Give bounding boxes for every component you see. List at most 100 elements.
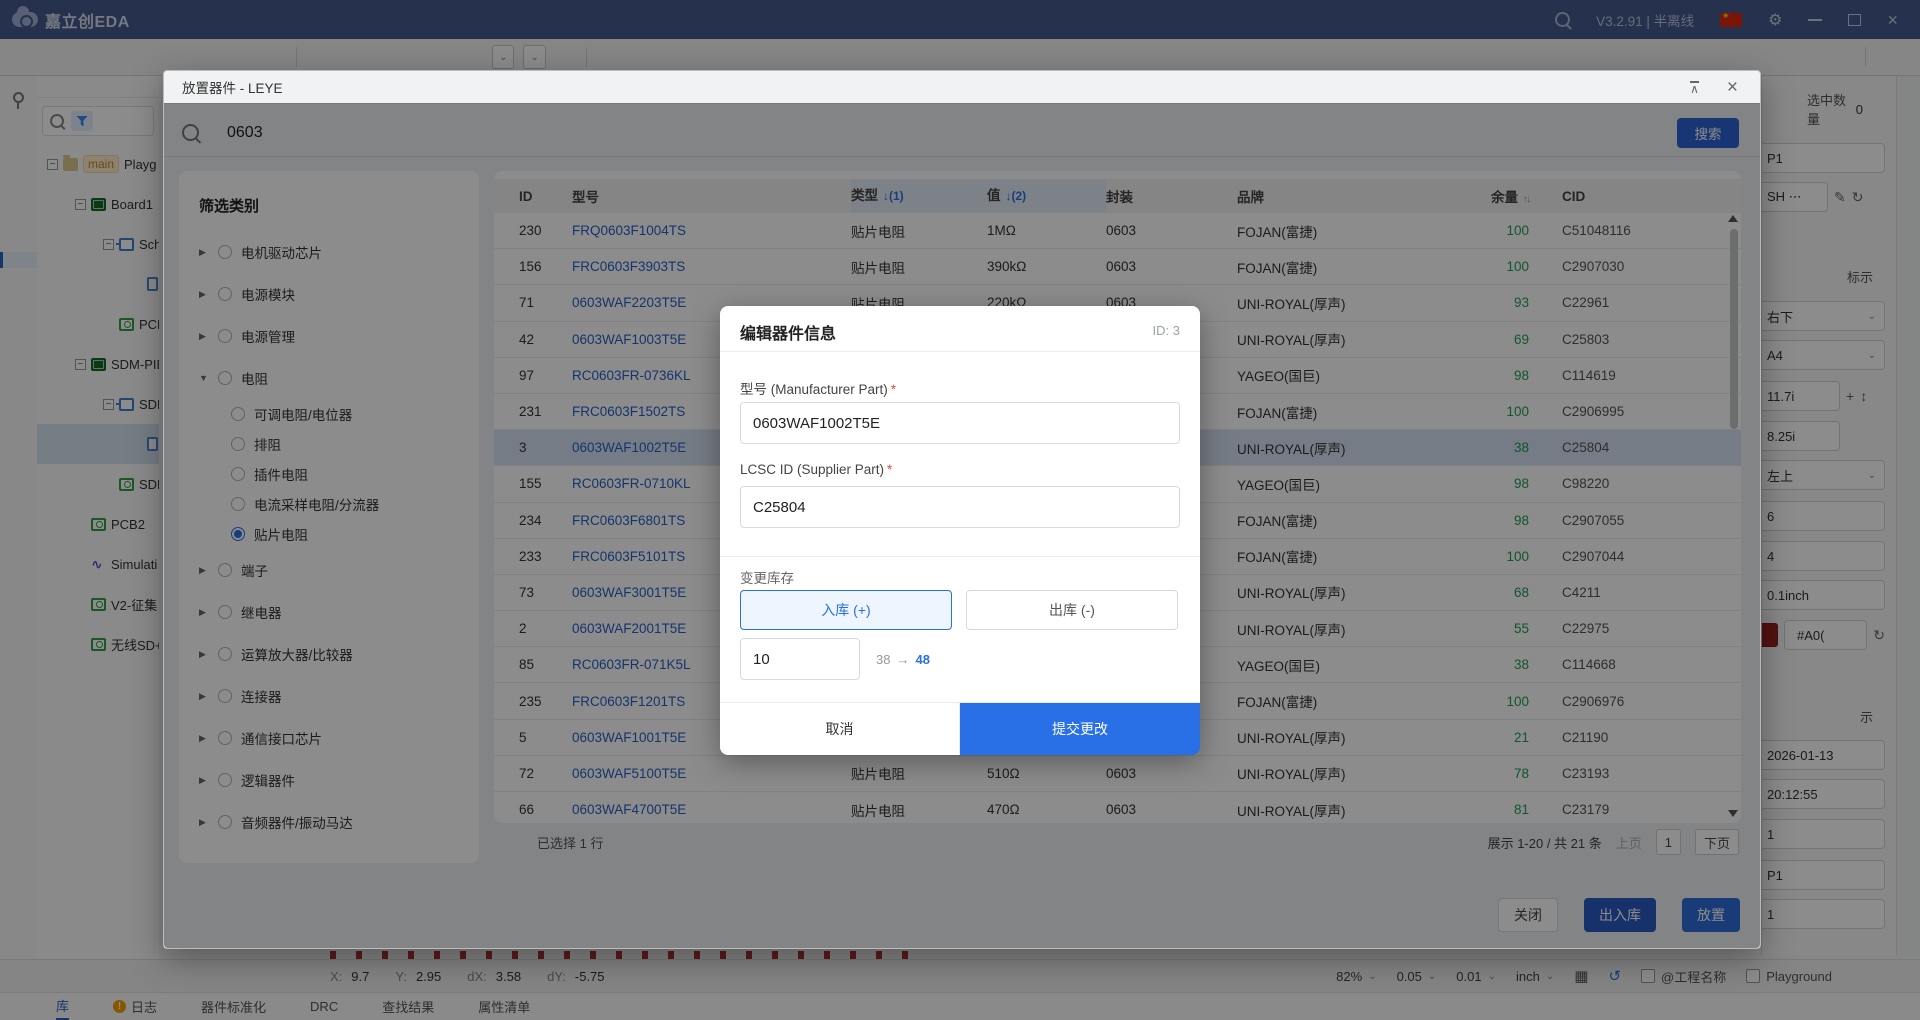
collapse-icon[interactable]: ∧ <box>1690 81 1699 94</box>
radio-icon[interactable] <box>218 329 232 343</box>
expand-arrow-icon[interactable]: ▶ <box>199 691 209 702</box>
stock-change-label: 变更库存 <box>740 567 794 587</box>
expand-arrow-icon[interactable]: ▶ <box>199 565 209 576</box>
filter-category-label: 端子 <box>241 560 268 580</box>
col-type[interactable]: 类型↓(1) <box>851 179 987 213</box>
filter-category-row[interactable]: ▼ 电阻 <box>179 357 479 399</box>
submit-button[interactable]: 提交更改 <box>960 703 1200 755</box>
mpn-input[interactable] <box>740 402 1180 444</box>
filter-category-row[interactable]: ▶ 通信接口芯片 <box>179 717 479 759</box>
col-cid[interactable]: CID <box>1562 189 1741 204</box>
filter-category-row[interactable]: ▶ 运算放大器/比较器 <box>179 633 479 675</box>
filter-category-row[interactable]: 可调电阻/电位器 <box>179 399 479 429</box>
filter-category-row[interactable]: ▶ 逻辑器件 <box>179 759 479 801</box>
cell-id: 156 <box>519 259 572 274</box>
cell-mpn-link[interactable]: 0603WAF4700T5E <box>572 802 851 817</box>
stock-in-button[interactable]: 入库 (+) <box>740 590 952 630</box>
filter-category-row[interactable]: ▶ 电源模块 <box>179 273 479 315</box>
radio-icon[interactable] <box>218 773 232 787</box>
table-row[interactable]: 72 0603WAF5100T5E 贴片电阻 510Ω 0603 UNI-ROY… <box>494 756 1741 792</box>
cell-stock: 100 <box>1474 223 1529 238</box>
radio-icon[interactable] <box>218 731 232 745</box>
col-id[interactable]: ID <box>519 189 572 204</box>
col-mpn[interactable]: 型号 <box>572 186 851 206</box>
expand-arrow-icon[interactable]: ▶ <box>199 817 209 828</box>
filter-category-row[interactable]: 贴片电阻 <box>179 519 479 549</box>
radio-icon[interactable] <box>231 437 245 451</box>
filter-category-row[interactable]: ▶ 电源管理 <box>179 315 479 357</box>
scroll-down-icon[interactable] <box>1728 810 1738 817</box>
next-page-button[interactable]: 下页 <box>1695 829 1739 855</box>
filter-category-label: 电阻 <box>241 368 268 388</box>
expand-arrow-icon[interactable]: ▶ <box>199 775 209 786</box>
stock-inout-button[interactable]: 出入库 <box>1584 898 1656 932</box>
search-button[interactable]: 搜索 <box>1677 118 1739 148</box>
scrollbar-thumb[interactable] <box>1730 229 1738 429</box>
filter-category-row[interactable]: 插件电阻 <box>179 459 479 489</box>
radio-icon[interactable] <box>218 563 232 577</box>
prev-page-button[interactable]: 上页 <box>1616 833 1642 852</box>
cell-mpn-link[interactable]: FRC0603F3903TS <box>572 259 851 274</box>
cell-cid: C21190 <box>1562 730 1741 745</box>
col-brand[interactable]: 品牌 <box>1237 186 1474 206</box>
radio-icon[interactable] <box>218 605 232 619</box>
expand-arrow-icon[interactable]: ▶ <box>199 607 209 618</box>
table-row[interactable]: 66 0603WAF4700T5E 贴片电阻 470Ω 0603 UNI-ROY… <box>494 792 1741 823</box>
cell-id: 2 <box>519 621 572 636</box>
radio-icon[interactable] <box>218 647 232 661</box>
cell-cid: C2907030 <box>1562 259 1741 274</box>
cell-mpn-link[interactable]: 0603WAF5100T5E <box>572 766 851 781</box>
radio-icon[interactable] <box>218 245 232 259</box>
close-button[interactable]: 关闭 <box>1498 898 1558 932</box>
filter-category-row[interactable]: ▶ 音频器件/振动马达 <box>179 801 479 843</box>
cell-id: 97 <box>519 368 572 383</box>
col-value[interactable]: 值↓(2) <box>987 179 1106 213</box>
lcsc-input[interactable] <box>740 486 1180 528</box>
cell-mpn-link[interactable]: FRQ0603F1004TS <box>572 223 851 238</box>
close-icon[interactable]: × <box>1727 78 1738 97</box>
stock-out-button[interactable]: 出库 (-) <box>966 590 1178 630</box>
cell-cid: C23179 <box>1562 802 1741 817</box>
radio-icon[interactable] <box>218 815 232 829</box>
part-search-input[interactable] <box>225 123 1229 143</box>
radio-icon[interactable] <box>218 371 232 385</box>
table-scrollbar[interactable] <box>1728 215 1738 817</box>
col-package[interactable]: 封装 <box>1106 186 1237 206</box>
filter-category-row[interactable]: ▶ 连接器 <box>179 675 479 717</box>
cancel-button[interactable]: 取消 <box>720 703 960 755</box>
filter-category-list: ▶ 电机驱动芯片 ▶ 电源模块 ▶ 电源管理 ▼ 电阻 <box>179 231 479 843</box>
filter-category-row[interactable]: ▶ 端子 <box>179 549 479 591</box>
filter-category-row[interactable]: ▶ 电机驱动芯片 <box>179 231 479 273</box>
table-row[interactable]: 230 FRQ0603F1004TS 贴片电阻 1MΩ 0603 FOJAN(富… <box>494 213 1741 249</box>
radio-icon[interactable] <box>231 497 245 511</box>
cell-package: 0603 <box>1106 223 1237 238</box>
radio-icon[interactable] <box>231 527 245 541</box>
radio-icon[interactable] <box>231 407 245 421</box>
radio-icon[interactable] <box>218 689 232 703</box>
expand-arrow-icon[interactable]: ▶ <box>199 247 209 258</box>
dialog-titlebar[interactable]: 放置器件 - LEYE ∧ × <box>164 71 1760 104</box>
cell-stock: 98 <box>1474 513 1529 528</box>
scroll-up-icon[interactable] <box>1728 215 1738 222</box>
quantity-input[interactable] <box>740 638 860 680</box>
cell-stock: 100 <box>1474 404 1529 419</box>
place-button[interactable]: 放置 <box>1682 898 1740 932</box>
filter-panel-title: 筛选类别 <box>199 195 259 216</box>
current-page-button[interactable]: 1 <box>1656 829 1681 855</box>
expand-arrow-icon[interactable]: ▶ <box>199 733 209 744</box>
expand-arrow-icon[interactable]: ▶ <box>199 649 209 660</box>
radio-icon[interactable] <box>218 287 232 301</box>
table-row[interactable]: 156 FRC0603F3903TS 贴片电阻 390kΩ 0603 FOJAN… <box>494 249 1741 285</box>
expand-arrow-icon[interactable]: ▶ <box>199 331 209 342</box>
cell-brand: UNI-ROYAL(厚声) <box>1237 619 1474 639</box>
cell-stock: 100 <box>1474 549 1529 564</box>
filter-category-row[interactable]: 排阻 <box>179 429 479 459</box>
col-stock[interactable]: 余量↑↓ <box>1474 186 1529 206</box>
mpn-label: 型号 (Manufacturer Part)* <box>740 378 896 398</box>
pagination-range: 展示 1-20 / 共 21 条 <box>1488 833 1602 852</box>
expand-arrow-icon[interactable]: ▼ <box>199 373 209 383</box>
expand-arrow-icon[interactable]: ▶ <box>199 289 209 300</box>
radio-icon[interactable] <box>231 467 245 481</box>
filter-category-row[interactable]: ▶ 继电器 <box>179 591 479 633</box>
filter-category-row[interactable]: 电流采样电阻/分流器 <box>179 489 479 519</box>
